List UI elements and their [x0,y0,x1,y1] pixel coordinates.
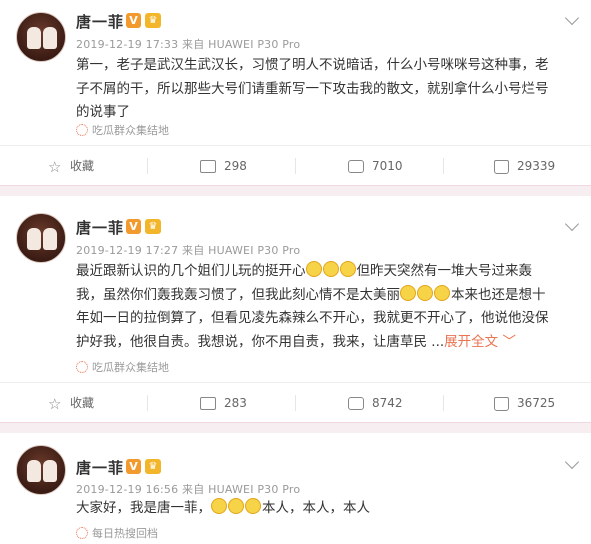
share-icon [200,160,216,173]
verified-badge-icon: V [126,219,141,234]
location-icon [76,361,88,373]
action-bar: ☆ 收藏 283 8742 36725 [0,382,591,423]
thumbs-up-icon [494,159,509,174]
content-line: 护好我，他很自责。我想说，你不用自责，我来，让唐草民 ...展开全文 ﹀ [76,333,516,350]
grin-emoji-icon [305,261,322,277]
author-name[interactable]: 唐一菲 [76,11,124,32]
divider [295,395,296,411]
weibo-post-1: 唐一菲 V ♛ 2019-12-19 17:33 来自 HUAWEI P30 P… [0,0,591,185]
post-meta: 2019-12-19 17:27 来自 HUAWEI P30 Pro [76,244,301,257]
chevron-down-icon[interactable]: ﹀ [498,334,516,350]
favorite-button[interactable]: ☆ 收藏 [48,383,94,423]
crown-icon: ♛ [145,219,161,234]
favorite-button[interactable]: ☆ 收藏 [48,146,94,186]
post-meta: 2019-12-19 16:56 来自 HUAWEI P30 Pro [76,483,301,496]
share-icon [200,397,216,410]
share-button[interactable]: 283 [200,383,247,423]
like-button[interactable]: 29339 [494,146,555,186]
weibo-post-2: 唐一菲 V ♛ 2019-12-19 17:27 来自 HUAWEI P30 P… [0,196,591,422]
weibo-post-3: 唐一菲 V ♛ 2019-12-19 16:56 来自 HUAWEI P30 P… [0,433,591,544]
crying-emoji-icon [228,498,244,514]
grin-emoji-icon [434,284,450,301]
expand-full-text-link[interactable]: 展开全文 [444,334,498,350]
divider [147,158,148,174]
star-icon: ☆ [48,394,62,413]
source-link[interactable]: 吃瓜群众集结地 [76,359,169,375]
action-bar: ☆ 收藏 298 7010 29339 [0,145,591,186]
avatar[interactable] [16,213,66,263]
like-button[interactable]: 36725 [494,383,555,423]
divider [147,395,148,411]
star-icon: ☆ [48,157,62,176]
author-name[interactable]: 唐一菲 [76,217,124,238]
location-icon [76,527,88,539]
grin-emoji-icon [417,284,433,301]
chevron-down-icon[interactable] [564,216,580,232]
content-line: 年如一日的拉倒算了，但看见凌先森辣么不开心，我就更不开心了，他说他没保 [76,310,549,326]
crown-icon: ♛ [145,459,161,474]
content-line: 大家好，我是唐一菲， 本人，本人，本人 [76,498,370,516]
crying-emoji-icon [211,498,227,514]
post-content: 第一，老子是武汉生武汉长，习惯了明人不说暗话，什么小号咪咪号这种事，老 子不屑的… [76,54,576,125]
post-meta: 2019-12-19 17:33 来自 HUAWEI P30 Pro [76,38,301,51]
content-line: 最近跟新认识的几个姐们儿玩的挺开心 但昨天突然有一堆大号过来轰 [76,261,532,279]
content-line: 的说事了 [76,104,130,120]
grin-emoji-icon [322,261,339,277]
source-link[interactable]: 每日热搜回档 [76,525,158,541]
grin-emoji-icon [400,284,416,301]
divider [443,395,444,411]
author-name[interactable]: 唐一菲 [76,457,124,478]
avatar[interactable] [16,445,66,495]
crying-emoji-icon [245,498,261,514]
comment-icon [348,397,364,410]
post-content: 大家好，我是唐一菲， 本人，本人，本人 [76,497,576,521]
verified-badge-icon: V [126,459,141,474]
grin-emoji-icon [339,261,356,277]
location-icon [76,124,88,136]
content-line: 我，虽然你们轰我轰习惯了，但我此刻心情不是太美丽 本来也还是想十 [76,284,546,303]
comment-button[interactable]: 8742 [348,383,403,423]
divider [295,158,296,174]
thumbs-up-icon [494,396,509,411]
divider [443,158,444,174]
comment-button[interactable]: 7010 [348,146,403,186]
post-content: 最近跟新认识的几个姐们儿玩的挺开心 但昨天突然有一堆大号过来轰 我，虽然你们轰我轰… [76,260,576,354]
content-line: 子不屑的干，所以那些大号们请重新写一下攻击我的散文，就别拿什么小号烂号 [76,80,549,97]
crown-icon: ♛ [145,13,161,28]
content-line: 第一，老子是武汉生武汉长，习惯了明人不说暗话，什么小号咪咪号这种事，老 [76,57,549,73]
avatar[interactable] [16,12,66,62]
chevron-down-icon[interactable] [564,454,580,470]
verified-badge-icon: V [126,13,141,28]
chevron-down-icon[interactable] [564,10,580,26]
share-button[interactable]: 298 [200,146,247,186]
source-link[interactable]: 吃瓜群众集结地 [76,122,169,138]
comment-icon [348,160,364,173]
